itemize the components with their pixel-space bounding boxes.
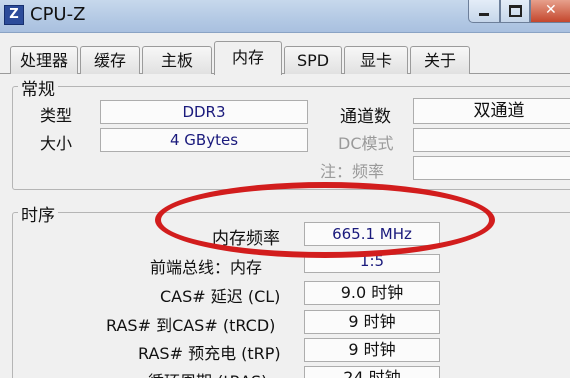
- cpuz-window: Z CPU-Z 处理器 缓存 主板 内存 SPD 显卡 关于 常规 类型 DDR…: [0, 0, 570, 378]
- cas-latency-label: CAS# 延迟 (CL): [160, 287, 281, 306]
- timings-group: [12, 212, 570, 378]
- dram-frequency-label: 内存频率: [212, 229, 280, 249]
- tab-caches[interactable]: 缓存: [80, 46, 140, 74]
- timings-group-title: 时序: [18, 201, 58, 226]
- dram-frequency-field: 665.1 MHz: [304, 222, 440, 246]
- tab-graphics[interactable]: 显卡: [344, 46, 408, 74]
- minimize-button[interactable]: [468, 0, 500, 23]
- channels-field: 双通道: [413, 98, 570, 124]
- memory-type-field: DDR3: [100, 100, 308, 124]
- trp-label: RAS# 预充电 (tRP): [138, 344, 281, 363]
- note-freq-field: [413, 156, 570, 180]
- title-bar[interactable]: Z CPU-Z: [0, 0, 570, 33]
- type-label: 类型: [40, 106, 73, 125]
- tab-memory[interactable]: 内存: [214, 41, 282, 75]
- window-title: CPU-Z: [30, 4, 86, 25]
- channels-label: 通道数: [340, 107, 391, 127]
- note-freq-label: 注：频率: [320, 162, 385, 181]
- dc-mode-field: [413, 128, 570, 152]
- trcd-label: RAS# 到CAS# (tRCD): [106, 316, 276, 335]
- trp-field: 9 时钟: [304, 338, 440, 362]
- close-button[interactable]: [530, 0, 570, 23]
- dc-mode-label: DC模式: [338, 134, 394, 153]
- fsb-dram-label: 前端总线：内存: [150, 258, 263, 277]
- size-label: 大小: [40, 134, 73, 153]
- tab-spd[interactable]: SPD: [284, 46, 342, 74]
- general-group-title: 常规: [18, 75, 58, 100]
- maximize-button[interactable]: [500, 0, 530, 23]
- fsb-dram-field: 1:5: [304, 254, 440, 273]
- tab-cpu[interactable]: 处理器: [10, 46, 78, 74]
- tab-about[interactable]: 关于: [410, 46, 470, 74]
- cpuz-app-icon: Z: [4, 5, 24, 25]
- tab-mainboard[interactable]: 主板: [142, 46, 212, 74]
- memory-size-field: 4 GBytes: [100, 128, 308, 152]
- trcd-field: 9 时钟: [304, 310, 440, 334]
- tras-label: 循环周期 (tRAS): [148, 368, 267, 378]
- tras-field: 24 时钟: [304, 366, 440, 378]
- cas-latency-field: 9.0 时钟: [304, 281, 440, 305]
